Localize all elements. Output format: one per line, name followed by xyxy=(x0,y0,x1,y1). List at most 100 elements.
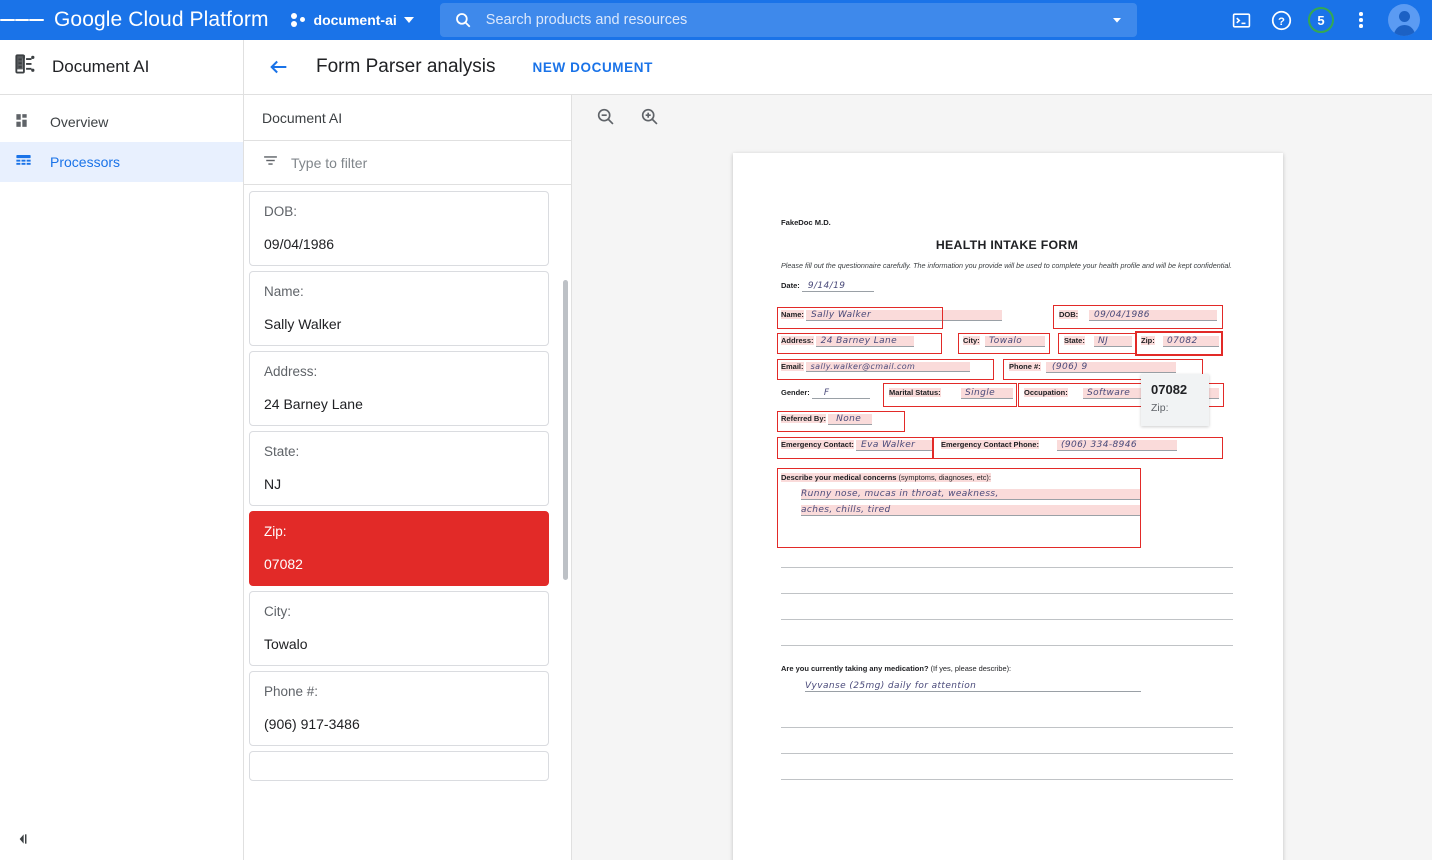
field-value: 9/14/19 xyxy=(802,281,874,292)
page-title: Form Parser analysis xyxy=(316,56,496,78)
field-label: Date: xyxy=(781,281,800,290)
sidebar-item-label: Processors xyxy=(50,154,120,170)
cloud-shell-icon[interactable] xyxy=(1224,3,1258,37)
document-ai-icon xyxy=(12,52,38,83)
field-value: 09/04/1986 xyxy=(1089,310,1217,321)
field-label: Occupation: xyxy=(1024,388,1068,397)
blank-line xyxy=(781,620,1233,646)
field-value: Eva Walker xyxy=(856,440,932,451)
field-value: sally.walker@cmail.com xyxy=(806,362,970,372)
field-value: NJ xyxy=(1094,336,1132,347)
form-row-date: Date: 9/14/19 xyxy=(781,281,1233,298)
field-card[interactable]: Address:24 Barney Lane xyxy=(249,351,549,426)
form-row-address: Address: 24 Barney Lane City: Towalo Sta… xyxy=(781,336,1233,353)
filter-icon xyxy=(262,152,279,174)
medical-concerns-block: Describe your medical concerns (symptoms… xyxy=(781,473,1233,516)
notification-count: 5 xyxy=(1308,7,1334,33)
svg-text:?: ? xyxy=(1278,15,1285,27)
search-chevron-down-icon[interactable] xyxy=(1097,12,1137,28)
field-card-value: Sally Walker xyxy=(264,316,534,332)
field-card[interactable]: Name: Sally Walker xyxy=(249,271,549,346)
field-value: (906) 9 xyxy=(1046,362,1176,373)
field-card[interactable]: State:NJ xyxy=(249,431,549,506)
back-arrow-icon[interactable] xyxy=(262,50,296,84)
account-avatar[interactable] xyxy=(1388,4,1420,36)
panel-scrollbar[interactable] xyxy=(563,280,568,580)
field-card-label: DOB: xyxy=(264,204,534,219)
field-label: Emergency Contact: xyxy=(781,440,854,449)
field-card[interactable]: Zip: 07082 xyxy=(249,511,549,586)
help-icon[interactable]: ? xyxy=(1264,3,1298,37)
field-card[interactable]: City:Towalo xyxy=(249,591,549,666)
concerns-line-1: Runny nose, mucas in throat, weakness, xyxy=(801,489,1141,500)
field-label: Marital Status: xyxy=(889,388,941,397)
field-value: 07082 xyxy=(1163,336,1219,347)
field-card[interactable]: Phone #:(906) 917-3486 xyxy=(249,671,549,746)
blank-line xyxy=(781,594,1233,620)
notifications-badge[interactable]: 5 xyxy=(1304,3,1338,37)
filter-row xyxy=(244,141,571,185)
dashboard-icon xyxy=(14,111,33,133)
field-card-list[interactable]: DOB:09/04/1986 Name: Sally Walker Address:2… xyxy=(244,185,571,857)
form-row-name-dob: Name: Sally Walker DOB: 09/04/1986 xyxy=(781,310,1233,327)
blank-line xyxy=(781,702,1233,728)
blank-line xyxy=(781,754,1233,780)
processors-icon xyxy=(14,151,33,173)
brand-title: Google Cloud Platform xyxy=(54,8,269,32)
form-heading: HEALTH INTAKE FORM xyxy=(781,238,1233,252)
field-card-partial[interactable] xyxy=(249,751,549,781)
field-label: State: xyxy=(1064,336,1085,345)
field-value: Towalo xyxy=(985,336,1045,347)
field-card[interactable]: DOB:09/04/1986 xyxy=(249,191,549,266)
project-name: document-ai xyxy=(314,12,397,28)
global-search[interactable] xyxy=(440,3,1137,37)
field-label: Zip: xyxy=(1141,336,1155,345)
kebab-menu-icon[interactable] xyxy=(1344,3,1378,37)
collapse-sidebar-icon[interactable] xyxy=(10,826,36,852)
page-header: Form Parser analysis NEW DOCUMENT xyxy=(244,40,1432,95)
field-label: Address: xyxy=(781,336,814,345)
sidebar-item-processors[interactable]: Processors xyxy=(0,142,243,182)
avatar-glyph xyxy=(1388,4,1420,36)
filter-input[interactable] xyxy=(291,155,571,171)
tooltip-value: 07082 xyxy=(1151,382,1199,397)
document-viewer: FakeDoc M.D. HEALTH INTAKE FORM Please f… xyxy=(572,95,1432,860)
new-document-button[interactable]: NEW DOCUMENT xyxy=(533,60,653,75)
zoom-out-icon[interactable] xyxy=(588,100,622,134)
tooltip-label: Zip: xyxy=(1151,402,1199,414)
field-card-label: Name: xyxy=(264,284,534,299)
left-navigation: Document AI Overview Processors xyxy=(0,40,244,860)
blank-line xyxy=(781,568,1233,594)
field-value: (906) 334-8946 xyxy=(1057,440,1177,451)
zoom-in-icon[interactable] xyxy=(632,100,666,134)
clinic-name: FakeDoc M.D. xyxy=(781,218,1233,227)
project-selector[interactable]: document-ai xyxy=(291,12,414,28)
form-instructions: Please fill out the questionnaire carefu… xyxy=(781,260,1233,271)
field-value: 24 Barney Lane xyxy=(816,336,914,347)
product-title: Document AI xyxy=(52,57,149,77)
field-label: Name: xyxy=(781,310,804,319)
top-navigation-bar: Google Cloud Platform document-ai xyxy=(0,0,1432,40)
field-value: Single xyxy=(961,388,1013,399)
top-right-actions: ? 5 xyxy=(1224,3,1432,37)
document-page[interactable]: FakeDoc M.D. HEALTH INTAKE FORM Please f… xyxy=(733,153,1283,860)
concerns-line-2: aches, chills, tired xyxy=(801,505,1141,516)
search-input[interactable] xyxy=(486,12,1097,28)
medication-block: Are you currently taking any medication?… xyxy=(781,664,1233,780)
blank-lines-block-1 xyxy=(781,542,1233,646)
form-row-emergency: Emergency Contact: Eva Walker Emergency … xyxy=(781,440,1233,457)
field-card-label: Phone #: xyxy=(264,684,534,699)
field-label: Phone #: xyxy=(1009,362,1041,371)
field-card-label: City: xyxy=(264,604,534,619)
field-card-value: 07082 xyxy=(264,556,534,572)
sidebar-item-label: Overview xyxy=(50,114,108,130)
sidebar-item-overview[interactable]: Overview xyxy=(0,102,243,142)
menu-icon[interactable] xyxy=(0,0,44,40)
medication-label-rest: (If yes, please describe): xyxy=(929,664,1012,673)
document-ai-app: Google Cloud Platform document-ai xyxy=(0,0,1432,860)
medication-label-bold: Are you currently taking any medication? xyxy=(781,664,929,673)
field-card-value: 24 Barney Lane xyxy=(264,396,534,412)
health-intake-form: FakeDoc M.D. HEALTH INTAKE FORM Please f… xyxy=(781,218,1233,780)
search-icon xyxy=(440,11,486,29)
field-card-label: Zip: xyxy=(264,524,534,539)
